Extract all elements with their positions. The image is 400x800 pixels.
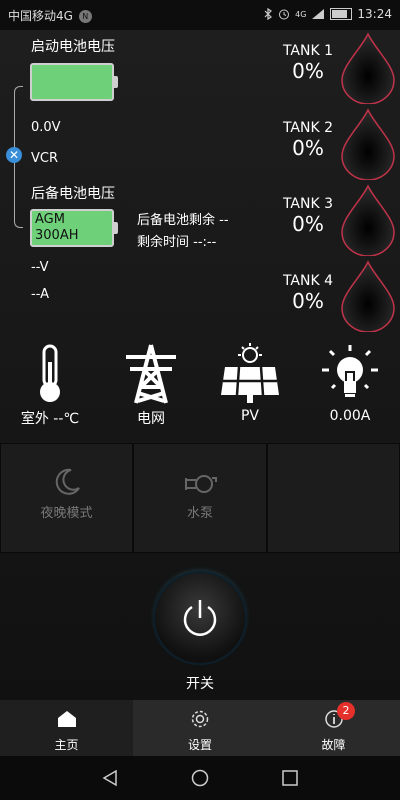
battery-type: AGM — [35, 212, 65, 227]
tank-name: TANK 3 — [282, 196, 334, 212]
tank-2-text[interactable]: TANK 2 0% — [273, 120, 343, 160]
start-battery-title: 启动电池电压 — [31, 39, 115, 55]
tank-2-drop-icon[interactable] — [340, 108, 396, 180]
tank-1-text[interactable]: TANK 1 0% — [273, 43, 343, 83]
backup-current: --A — [31, 287, 49, 302]
power-tower-icon — [126, 344, 176, 404]
tab-settings-label: 设置 — [187, 738, 212, 752]
status-bar: 中国移动4G N 4G 13:24 — [0, 0, 400, 30]
tank-name: TANK 2 — [282, 120, 334, 136]
home-icon — [58, 711, 76, 727]
start-battery-tip — [114, 76, 118, 88]
fault-count-badge: 2 — [337, 702, 355, 720]
recents-icon[interactable] — [281, 769, 299, 787]
start-battery-fill — [30, 63, 114, 101]
moon-icon — [55, 468, 80, 495]
light-current-label: 0.00A — [329, 408, 371, 424]
empty-tile — [267, 443, 400, 553]
pv-label: PV — [240, 408, 260, 424]
tab-fault-label: 故障 — [321, 738, 346, 752]
backup-battery-tip — [114, 222, 118, 234]
network-type-label: 4G — [295, 9, 307, 19]
backup-battery-fill: AGM 300AH — [30, 209, 114, 247]
tab-settings[interactable]: 设置 — [133, 700, 267, 756]
tank-4-drop-icon[interactable] — [340, 260, 396, 332]
status-right: 4G 13:24 — [263, 7, 392, 21]
carrier-badge: N — [78, 10, 92, 23]
tank-3-drop-icon[interactable] — [340, 184, 396, 256]
gear-icon — [191, 710, 209, 728]
backup-remaining: 后备电池剩余 -- — [137, 213, 229, 228]
tank-value: 0% — [292, 59, 324, 83]
tank-name: TANK 4 — [282, 273, 334, 289]
tank-value: 0% — [292, 136, 324, 160]
tab-fault[interactable]: 2 故障 — [267, 700, 400, 756]
backup-battery-gauge: AGM 300AH — [30, 209, 118, 247]
battery-capacity: 300AH — [35, 228, 79, 243]
solar-panel-icon — [221, 343, 279, 403]
tank-4-text[interactable]: TANK 4 0% — [273, 273, 343, 313]
backup-remaining-time: 剩余时间 --:-- — [137, 235, 217, 250]
night-mode-label: 夜晚模式 — [40, 506, 93, 521]
home-circle-icon[interactable] — [191, 769, 209, 787]
thermometer-icon — [40, 344, 60, 402]
vcr-label: VCR — [31, 151, 59, 166]
clock-label: 13:24 — [357, 7, 392, 21]
water-pump-label: 水泵 — [186, 506, 213, 521]
carrier-label: 中国移动4G — [8, 9, 73, 23]
water-pump-tile[interactable]: 水泵 — [133, 443, 267, 553]
tank-1-drop-icon[interactable] — [340, 32, 396, 104]
tab-home-label: 主页 — [54, 738, 79, 752]
backup-battery-title: 后备电池电压 — [31, 186, 115, 202]
bottom-tab-bar: 主页 设置 2 故障 — [0, 700, 400, 756]
grid-label: 电网 — [137, 411, 165, 427]
unlink-icon[interactable]: ✕ — [6, 147, 22, 163]
tank-name: TANK 1 — [282, 43, 334, 59]
tank-3-text[interactable]: TANK 3 0% — [273, 196, 343, 236]
power-icon — [183, 600, 217, 636]
tank-value: 0% — [292, 212, 324, 236]
battery-icon — [330, 8, 353, 20]
night-mode-tile[interactable]: 夜晚模式 — [0, 443, 133, 553]
back-icon[interactable] — [101, 769, 119, 787]
system-nav-bar — [0, 756, 400, 800]
tab-home[interactable]: 主页 — [0, 700, 133, 756]
power-button[interactable] — [155, 573, 245, 663]
backup-voltage: --V — [31, 260, 49, 275]
signal-icon — [312, 9, 325, 19]
outdoor-temp-label: 室外 --℃ — [20, 411, 80, 427]
status-left: 中国移动4G N — [8, 7, 92, 24]
tank-value: 0% — [292, 289, 324, 313]
light-bulb-icon — [322, 345, 378, 397]
start-battery-voltage: 0.0V — [31, 120, 61, 135]
start-battery-gauge — [30, 63, 118, 101]
bluetooth-icon — [264, 8, 273, 20]
power-label: 开关 — [186, 676, 214, 692]
alarm-icon — [279, 9, 290, 20]
pump-icon — [185, 475, 217, 493]
